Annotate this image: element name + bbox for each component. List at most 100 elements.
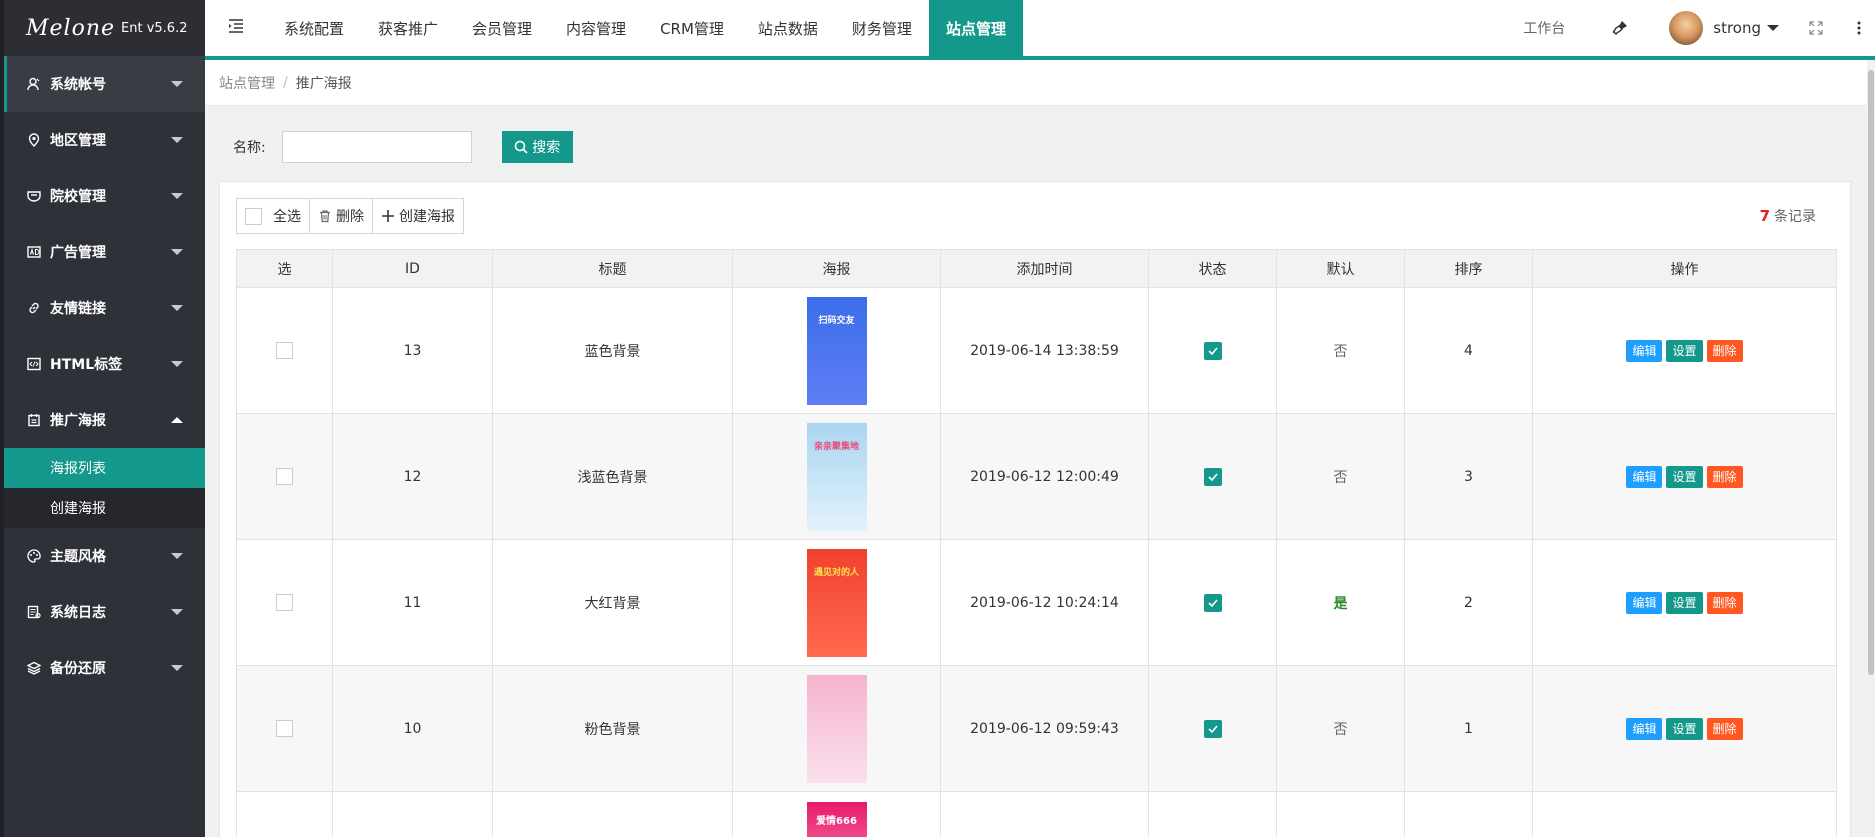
tab-site-management[interactable]: 站点管理: [928, 0, 1023, 56]
create-poster-button[interactable]: 创建海报: [373, 199, 463, 233]
tab-system-config[interactable]: 系统配置: [267, 0, 361, 56]
sidebar-item-backup[interactable]: 备份还原: [4, 640, 205, 696]
edit-button[interactable]: 编辑: [1626, 717, 1663, 740]
top-navbar: 系统配置 获客推广 会员管理 内容管理 CRM管理 站点数据 财务管理 站点管理…: [205, 0, 1875, 60]
chevron-down-icon: [171, 361, 183, 367]
palette-icon: [24, 549, 44, 563]
table-header-row: 选 ID 标题 海报 添加时间 状态 默认 排序 操作: [236, 249, 1837, 288]
tab-label: 站点管理: [945, 19, 1006, 38]
row-actions: 编辑 设置 删除: [1532, 413, 1837, 540]
search-icon: [514, 140, 528, 154]
sidebar-item-label: 备份还原: [50, 661, 106, 677]
column-header-select: 选: [236, 249, 333, 288]
poster-thumbnail[interactable]: 爱情666: [806, 802, 867, 837]
breadcrumb-parent[interactable]: 站点管理: [219, 73, 275, 93]
status-checked-icon[interactable]: [1203, 593, 1222, 612]
poster-thumbnail[interactable]: 扫码交友: [806, 296, 867, 405]
menu-toggle-button[interactable]: [205, 0, 267, 56]
edit-button[interactable]: 编辑: [1626, 465, 1663, 488]
sidebar-item-links[interactable]: 友情链接: [4, 280, 205, 336]
chevron-down-icon: [171, 81, 183, 87]
more-vertical-icon: [1857, 21, 1861, 35]
select-all-button[interactable]: 全选: [237, 199, 310, 233]
row-default: 是: [1276, 539, 1405, 666]
row-checkbox[interactable]: [276, 720, 293, 737]
sidebar-item-label: 系统帐号: [50, 77, 106, 93]
chevron-down-icon: [171, 249, 183, 255]
delete-button[interactable]: 删除: [1706, 591, 1743, 614]
status-checked-icon[interactable]: [1203, 341, 1222, 360]
sidebar-subitem-create-poster[interactable]: 创建海报: [4, 488, 205, 528]
fullscreen-button[interactable]: [1809, 21, 1823, 35]
user-name[interactable]: strong: [1713, 19, 1761, 37]
tab-crm-management[interactable]: CRM管理: [643, 0, 741, 56]
sidebar-subitem-label: 海报列表: [50, 461, 106, 477]
status-checked-icon[interactable]: [1203, 467, 1222, 486]
edit-button[interactable]: 编辑: [1626, 591, 1663, 614]
row-title: 浅蓝色背景: [492, 413, 733, 540]
tab-customer-acquisition[interactable]: 获客推广: [361, 0, 455, 56]
settings-button[interactable]: 设置: [1666, 339, 1703, 362]
settings-button[interactable]: 设置: [1666, 591, 1703, 614]
row-checkbox[interactable]: [276, 468, 293, 485]
row-poster-cell: 扫码交友: [732, 287, 941, 414]
row-title: 蓝色背景: [492, 287, 733, 414]
delete-button[interactable]: 删除: [1706, 339, 1743, 362]
caret-down-icon[interactable]: [1767, 25, 1779, 31]
poster-text: 爱情666: [816, 816, 857, 827]
tab-site-data[interactable]: 站点数据: [741, 0, 835, 56]
delete-button[interactable]: 删除: [1706, 465, 1743, 488]
poster-thumbnail[interactable]: [806, 674, 867, 783]
sidebar-item-regions[interactable]: 地区管理: [4, 112, 205, 168]
sidebar-item-html-tags[interactable]: HTML标签: [4, 336, 205, 392]
app-logo[interactable]: Melone Ent v5.6.2: [4, 0, 205, 56]
poster-thumbnail[interactable]: 亲亲聚集地: [806, 422, 867, 531]
more-button[interactable]: [1857, 21, 1861, 35]
workbench-link[interactable]: 工作台: [1523, 18, 1565, 38]
scrollbar-thumb[interactable]: [1868, 70, 1874, 675]
row-sort: 3: [1404, 413, 1533, 540]
bulk-delete-button[interactable]: 删除: [310, 199, 373, 233]
row-checkbox[interactable]: [276, 342, 293, 359]
select-all-checkbox[interactable]: [245, 207, 262, 225]
poster-thumbnail[interactable]: 遇见对的人: [806, 548, 867, 657]
sidebar-subitem-poster-list[interactable]: 海报列表: [4, 448, 205, 488]
search-name-input[interactable]: [281, 131, 472, 163]
sidebar-item-ads[interactable]: 广告管理: [4, 224, 205, 280]
tab-finance-management[interactable]: 财务管理: [835, 0, 929, 56]
chevron-down-icon: [171, 137, 183, 143]
sidebar-item-accounts[interactable]: 系统帐号: [4, 56, 205, 112]
log-icon: [24, 605, 44, 619]
status-checked-icon[interactable]: [1203, 719, 1222, 738]
avatar[interactable]: [1669, 11, 1704, 45]
sidebar-item-posters[interactable]: 推广海报: [4, 392, 205, 448]
bulk-delete-label: 删除: [336, 209, 364, 225]
tab-label: 财务管理: [851, 19, 912, 38]
tab-member-management[interactable]: 会员管理: [455, 0, 549, 56]
column-header-added-time: 添加时间: [940, 249, 1149, 288]
clear-cache-button[interactable]: [1611, 19, 1629, 37]
tab-label: 站点数据: [757, 19, 818, 38]
sidebar-item-logs[interactable]: 系统日志: [4, 584, 205, 640]
sidebar-item-themes[interactable]: 主题风格: [4, 528, 205, 584]
record-count: 7 条记录: [1760, 206, 1816, 226]
row-sort: 2: [1404, 539, 1533, 666]
tab-content-management[interactable]: 内容管理: [549, 0, 643, 56]
sidebar-item-schools[interactable]: 院校管理: [4, 168, 205, 224]
page-scrollbar[interactable]: [1867, 60, 1875, 837]
delete-button[interactable]: 删除: [1706, 717, 1743, 740]
column-header-id: ID: [332, 249, 493, 288]
edit-button[interactable]: 编辑: [1626, 339, 1663, 362]
column-header-actions: 操作: [1532, 249, 1837, 288]
school-icon: [24, 189, 44, 203]
row-id: 10: [332, 665, 493, 792]
sidebar-item-label: HTML标签: [50, 357, 123, 373]
chevron-down-icon: [171, 305, 183, 311]
row-checkbox[interactable]: [276, 594, 293, 611]
layers-icon: [24, 661, 44, 675]
search-button[interactable]: 搜索: [501, 131, 573, 163]
settings-button[interactable]: 设置: [1666, 465, 1703, 488]
chevron-up-icon: [171, 417, 183, 423]
settings-button[interactable]: 设置: [1666, 717, 1703, 740]
chevron-down-icon: [171, 553, 183, 559]
